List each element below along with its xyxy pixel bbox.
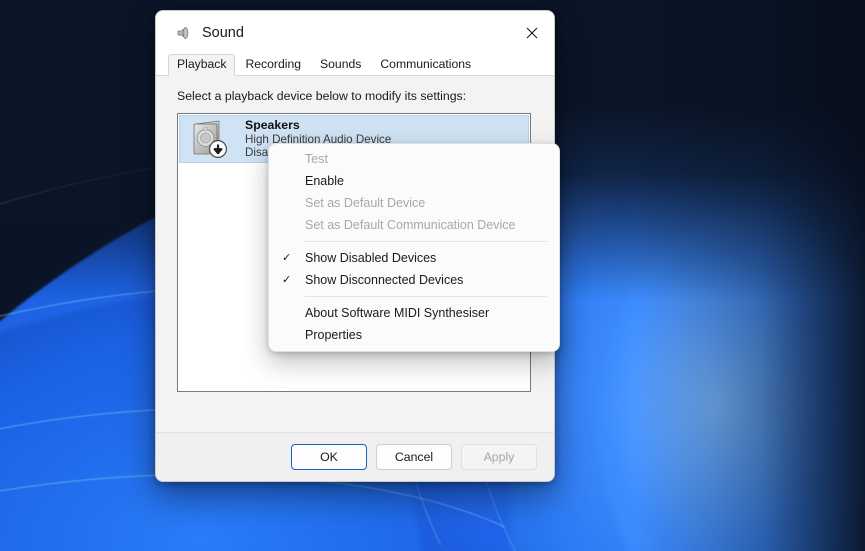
tab-sounds[interactable]: Sounds	[311, 54, 370, 76]
speaker-device-icon	[187, 118, 231, 160]
tab-playback[interactable]: Playback	[168, 54, 236, 76]
tab-strip: Playback Recording Sounds Communications	[156, 54, 554, 76]
apply-button[interactable]: Apply	[461, 444, 537, 470]
menu-item-label: Show Disconnected Devices	[305, 273, 464, 287]
menu-item-set-as-default-communication-device[interactable]: Set as Default Communication Device	[269, 214, 559, 236]
tab-recording[interactable]: Recording	[236, 54, 310, 76]
menu-item-show-disconnected-devices[interactable]: ✓ Show Disconnected Devices	[269, 269, 559, 291]
menu-item-enable[interactable]: Enable	[269, 170, 559, 192]
tab-communications[interactable]: Communications	[371, 54, 480, 76]
menu-item-label: Test	[305, 152, 328, 166]
dialog-title: Sound	[202, 24, 244, 41]
menu-separator-1	[305, 241, 547, 242]
menu-item-label: Properties	[305, 328, 362, 342]
menu-item-show-disabled-devices[interactable]: ✓ Show Disabled Devices	[269, 247, 559, 269]
panel-instruction: Select a playback device below to modify…	[177, 89, 467, 103]
cancel-button[interactable]: Cancel	[376, 444, 452, 470]
tab-playback-label: Playback	[177, 57, 227, 71]
dialog-footer: OK Cancel Apply	[156, 432, 554, 481]
menu-item-set-as-default-device[interactable]: Set as Default Device	[269, 192, 559, 214]
menu-item-properties[interactable]: Properties	[269, 324, 559, 346]
tab-recording-label: Recording	[245, 57, 302, 71]
device-context-menu: Test Enable Set as Default Device Set as…	[268, 143, 560, 352]
menu-item-label: Set as Default Communication Device	[305, 218, 516, 232]
menu-separator-2	[305, 296, 547, 297]
close-icon[interactable]	[510, 11, 554, 54]
dialog-titlebar: Sound	[156, 11, 554, 54]
menu-item-label: About Software MIDI Synthesiser	[305, 306, 490, 320]
sound-speaker-icon	[175, 25, 191, 41]
menu-item-about-software-midi-synthesiser[interactable]: About Software MIDI Synthesiser	[269, 302, 559, 324]
menu-item-label: Set as Default Device	[305, 196, 426, 210]
checkmark-icon: ✓	[282, 273, 292, 286]
menu-item-label: Enable	[305, 174, 344, 188]
tab-communications-label: Communications	[380, 57, 472, 71]
checkmark-icon: ✓	[282, 251, 292, 264]
menu-item-label: Show Disabled Devices	[305, 251, 437, 265]
device-name: Speakers	[245, 118, 300, 133]
menu-item-test[interactable]: Test	[269, 148, 559, 170]
ok-button[interactable]: OK	[291, 444, 367, 470]
tab-sounds-label: Sounds	[320, 57, 362, 71]
